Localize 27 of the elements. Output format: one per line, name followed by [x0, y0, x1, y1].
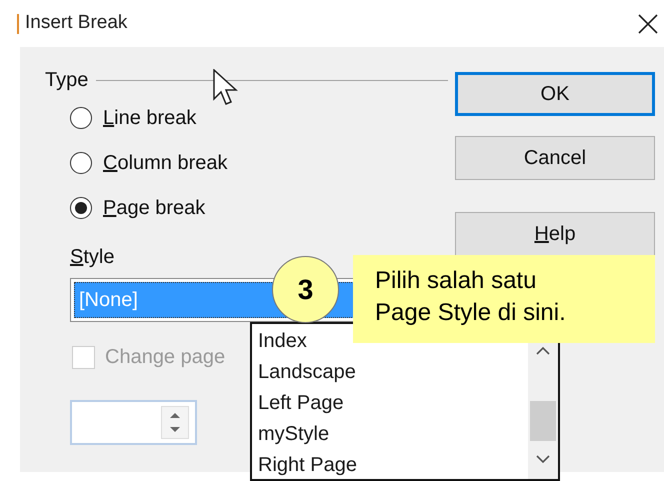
scroll-down-icon[interactable] — [536, 455, 550, 464]
window-title: Insert Break — [25, 11, 128, 36]
radio-button[interactable] — [70, 196, 92, 218]
radio-label[interactable]: Line break — [103, 102, 196, 132]
group-label: Type — [45, 68, 88, 93]
list-option[interactable]: Index — [258, 326, 307, 357]
mouse-pointer-icon — [213, 69, 239, 107]
spin-buttons[interactable] — [161, 406, 189, 439]
scroll-thumb[interactable] — [530, 401, 556, 441]
dialog-button[interactable]: OK — [455, 72, 655, 116]
callout-text: Pilih salah satu — [375, 266, 538, 296]
list-option[interactable]: Left Page — [258, 388, 344, 419]
scroll-up-icon[interactable] — [536, 346, 550, 355]
callout-text: Page Style di sini. — [375, 298, 567, 328]
dialog-button[interactable]: Cancel — [455, 136, 655, 180]
radio-label[interactable]: Column break — [103, 148, 228, 178]
radio-button[interactable] — [70, 152, 92, 174]
list-option[interactable]: myStyle — [258, 419, 330, 450]
list-option[interactable]: Landscape — [258, 357, 356, 388]
radio-label[interactable]: Page break — [103, 192, 206, 222]
dialog-button[interactable]: Help — [455, 212, 655, 256]
number-field[interactable] — [70, 400, 197, 445]
field-label: Style — [70, 246, 114, 268]
close-icon[interactable] — [638, 14, 658, 34]
radio-button[interactable] — [70, 106, 92, 128]
checkbox-label: Change page — [105, 345, 226, 370]
list-option[interactable]: Right Page — [258, 450, 357, 479]
